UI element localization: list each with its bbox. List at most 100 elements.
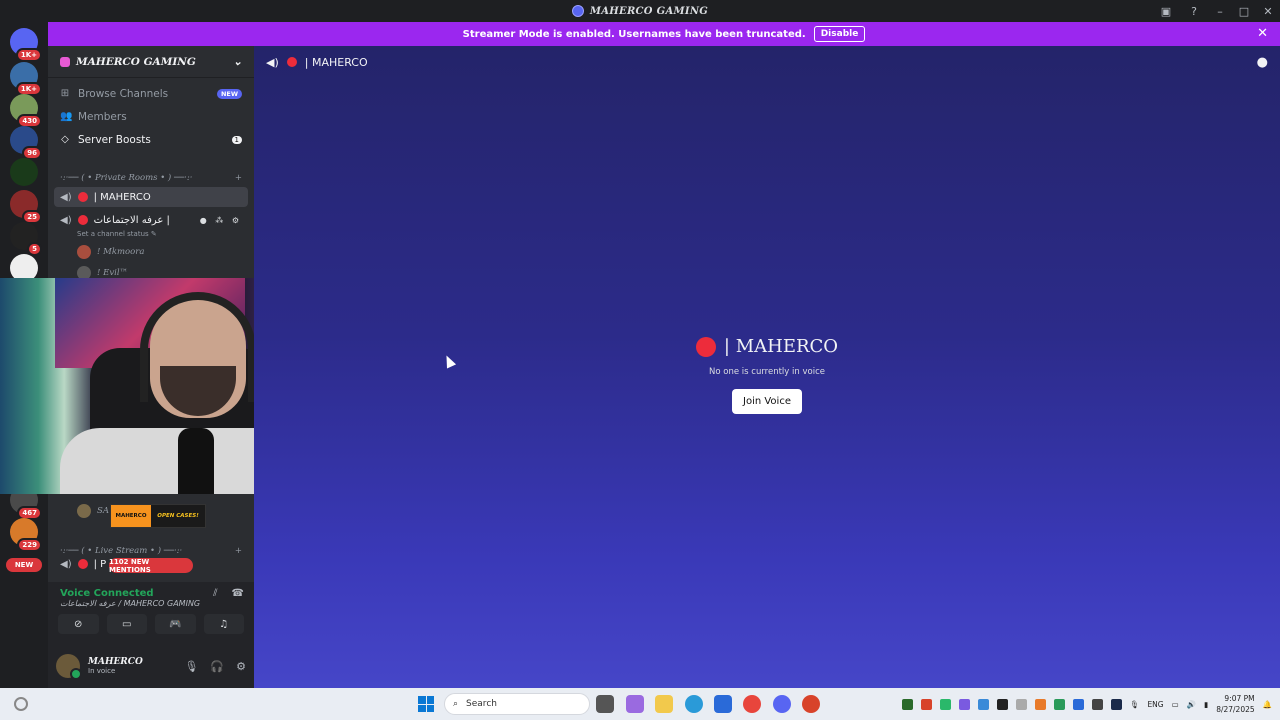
tray-app-icon[interactable]: [1091, 698, 1103, 710]
server-icon[interactable]: 1K+: [10, 28, 42, 62]
join-voice-button[interactable]: Join Voice: [732, 388, 802, 414]
avatar[interactable]: [56, 654, 82, 680]
unread-badge: 1K+: [15, 48, 42, 62]
tray-app-icon[interactable]: [1015, 698, 1027, 710]
user-name: MAHERCO: [88, 657, 143, 667]
tray-app-icon[interactable]: [1034, 698, 1046, 710]
channel-actions-icon[interactable]: ● ⁂ ⚙: [200, 216, 242, 225]
maximize-button[interactable]: □: [1232, 0, 1256, 22]
channel-status[interactable]: Set a channel status ✎: [48, 230, 254, 241]
server-icon[interactable]: 96: [10, 126, 42, 160]
microphone-icon[interactable]: 🎙: [184, 660, 198, 673]
nav-server-boosts[interactable]: ◇ Server Boosts 1: [48, 128, 254, 151]
nav-label: Browse Channels: [78, 87, 169, 100]
close-banner-icon[interactable]: ✕: [1257, 26, 1268, 41]
tray-app-icon[interactable]: [977, 698, 989, 710]
voice-connected-subtitle[interactable]: عرفه الاجتماعات / MAHERCO GAMING: [48, 599, 254, 608]
server-icon[interactable]: 5: [10, 222, 42, 256]
new-mentions-pill[interactable]: 1102 NEW MENTIONS: [109, 558, 193, 574]
clock[interactable]: 9:07 PM 8/27/2025: [1216, 693, 1254, 715]
channel-name: | P: [93, 558, 107, 570]
nav-label: Server Boosts: [78, 133, 151, 146]
server-header[interactable]: MAHERCO GAMING ⌄: [48, 46, 254, 78]
tray-app-icon[interactable]: [996, 698, 1008, 710]
server-logo-icon: [571, 5, 584, 17]
voice-user[interactable]: ! Mkmoora: [48, 241, 254, 262]
tray-app-icon[interactable]: [939, 698, 951, 710]
chevron-down-icon[interactable]: ⌄: [233, 56, 242, 68]
help-icon[interactable]: ?: [1180, 0, 1208, 22]
network-icon[interactable]: ▭: [1172, 700, 1179, 709]
battery-icon[interactable]: ▮: [1204, 700, 1208, 709]
copilot-icon[interactable]: [626, 695, 644, 713]
language-indicator[interactable]: ENG: [1147, 700, 1163, 709]
noise-suppression-icon[interactable]: ⫽: [213, 588, 217, 599]
streamer-mode-banner: Streamer Mode is enabled. Usernames have…: [48, 22, 1280, 46]
steam-icon[interactable]: [1110, 698, 1122, 710]
server-icon[interactable]: [10, 158, 38, 186]
widgets-icon[interactable]: [14, 697, 28, 711]
tray-app-icon[interactable]: [901, 698, 913, 710]
search-icon: ⌕: [453, 699, 459, 709]
user-panel: MAHERCO In voice 🎙 🎧 ⚙: [48, 644, 254, 688]
chat-icon[interactable]: ●: [1257, 55, 1268, 70]
red-circle-icon: [695, 336, 716, 357]
chrome-icon[interactable]: [743, 695, 761, 713]
window-title: MAHERCO GAMING: [571, 5, 708, 17]
app-icon[interactable]: [802, 695, 820, 713]
screen-share-button[interactable]: ▭: [106, 614, 147, 634]
disconnect-icon[interactable]: ☎: [232, 588, 244, 599]
close-window-button[interactable]: ✕: [1256, 0, 1280, 22]
tray-app-icon[interactable]: [920, 698, 932, 710]
avatar: [77, 244, 91, 259]
channel-name: عرفه الاجتماعات |: [93, 214, 170, 226]
boost-count: 1: [231, 135, 242, 144]
unread-badge: 229: [17, 538, 42, 552]
category-private-rooms[interactable]: ·:·── ( • Private Rooms • ) ──·:· +: [48, 169, 254, 187]
system-tray: 🎙 ENG ▭ 🔊 ▮ 9:07 PM 8/27/2025 🔔: [901, 688, 1272, 720]
speaker-icon: ◀): [60, 214, 72, 226]
server-icon[interactable]: 1K+: [10, 62, 42, 96]
gear-icon[interactable]: ⚙: [236, 660, 246, 673]
no-one-in-voice-text: No one is currently in voice: [709, 366, 825, 377]
edge-icon[interactable]: [685, 695, 703, 713]
bluetooth-icon[interactable]: [1072, 698, 1084, 710]
channel-header: ◀) | MAHERCO ●: [254, 46, 1280, 78]
tray-app-icon[interactable]: [1053, 698, 1065, 710]
title-bar: MAHERCO GAMING ▣ ? – □ ✕: [0, 0, 1280, 22]
nav-browse-channels[interactable]: ⊞ Browse Channels NEW: [48, 82, 254, 105]
red-circle-icon: [77, 215, 88, 225]
activities-button[interactable]: 🎮: [155, 614, 196, 634]
store-icon[interactable]: [714, 695, 732, 713]
microphone-tray-icon[interactable]: 🎙: [1130, 700, 1140, 709]
minimize-button[interactable]: –: [1208, 0, 1232, 22]
server-icon[interactable]: 25: [10, 190, 42, 224]
start-button[interactable]: [418, 696, 434, 712]
taskbar-search[interactable]: ⌕ Search: [444, 693, 590, 715]
camera-off-button[interactable]: ⊘: [58, 614, 99, 634]
browse-icon: ⊞: [60, 88, 70, 99]
search-placeholder: Search: [466, 699, 497, 709]
headphones-icon[interactable]: 🎧: [210, 660, 224, 673]
discord-icon[interactable]: [773, 695, 791, 713]
voice-user[interactable]: SA: [48, 500, 109, 521]
soundboard-button[interactable]: ♫: [203, 614, 244, 634]
voice-connected-title[interactable]: Voice Connected: [60, 588, 154, 599]
channel-status-text: Set a channel status: [77, 230, 149, 238]
inbox-icon[interactable]: ▣: [1152, 0, 1180, 22]
nav-members[interactable]: 👥 Members: [48, 105, 254, 128]
channel-maherco[interactable]: ◀) | MAHERCO: [54, 187, 248, 207]
file-explorer-icon[interactable]: [655, 695, 673, 713]
disable-streamer-button[interactable]: Disable: [813, 26, 866, 42]
volume-icon[interactable]: 🔊: [1187, 700, 1196, 709]
tray-app-icon[interactable]: [958, 698, 970, 710]
empty-voice-state: | MAHERCO No one is currently in voice J…: [254, 336, 1280, 414]
add-channel-icon[interactable]: +: [235, 173, 242, 183]
new-unreads-pill[interactable]: NEW: [6, 558, 42, 572]
server-icon[interactable]: 229: [10, 518, 42, 552]
server-icon[interactable]: 430: [10, 94, 42, 128]
task-view-icon[interactable]: [596, 695, 614, 713]
channel-meeting-room[interactable]: ◀) عرفه الاجتماعات | ● ⁂ ⚙: [54, 210, 248, 230]
red-circle-icon: [77, 559, 88, 569]
notifications-icon[interactable]: 🔔: [1263, 700, 1272, 709]
